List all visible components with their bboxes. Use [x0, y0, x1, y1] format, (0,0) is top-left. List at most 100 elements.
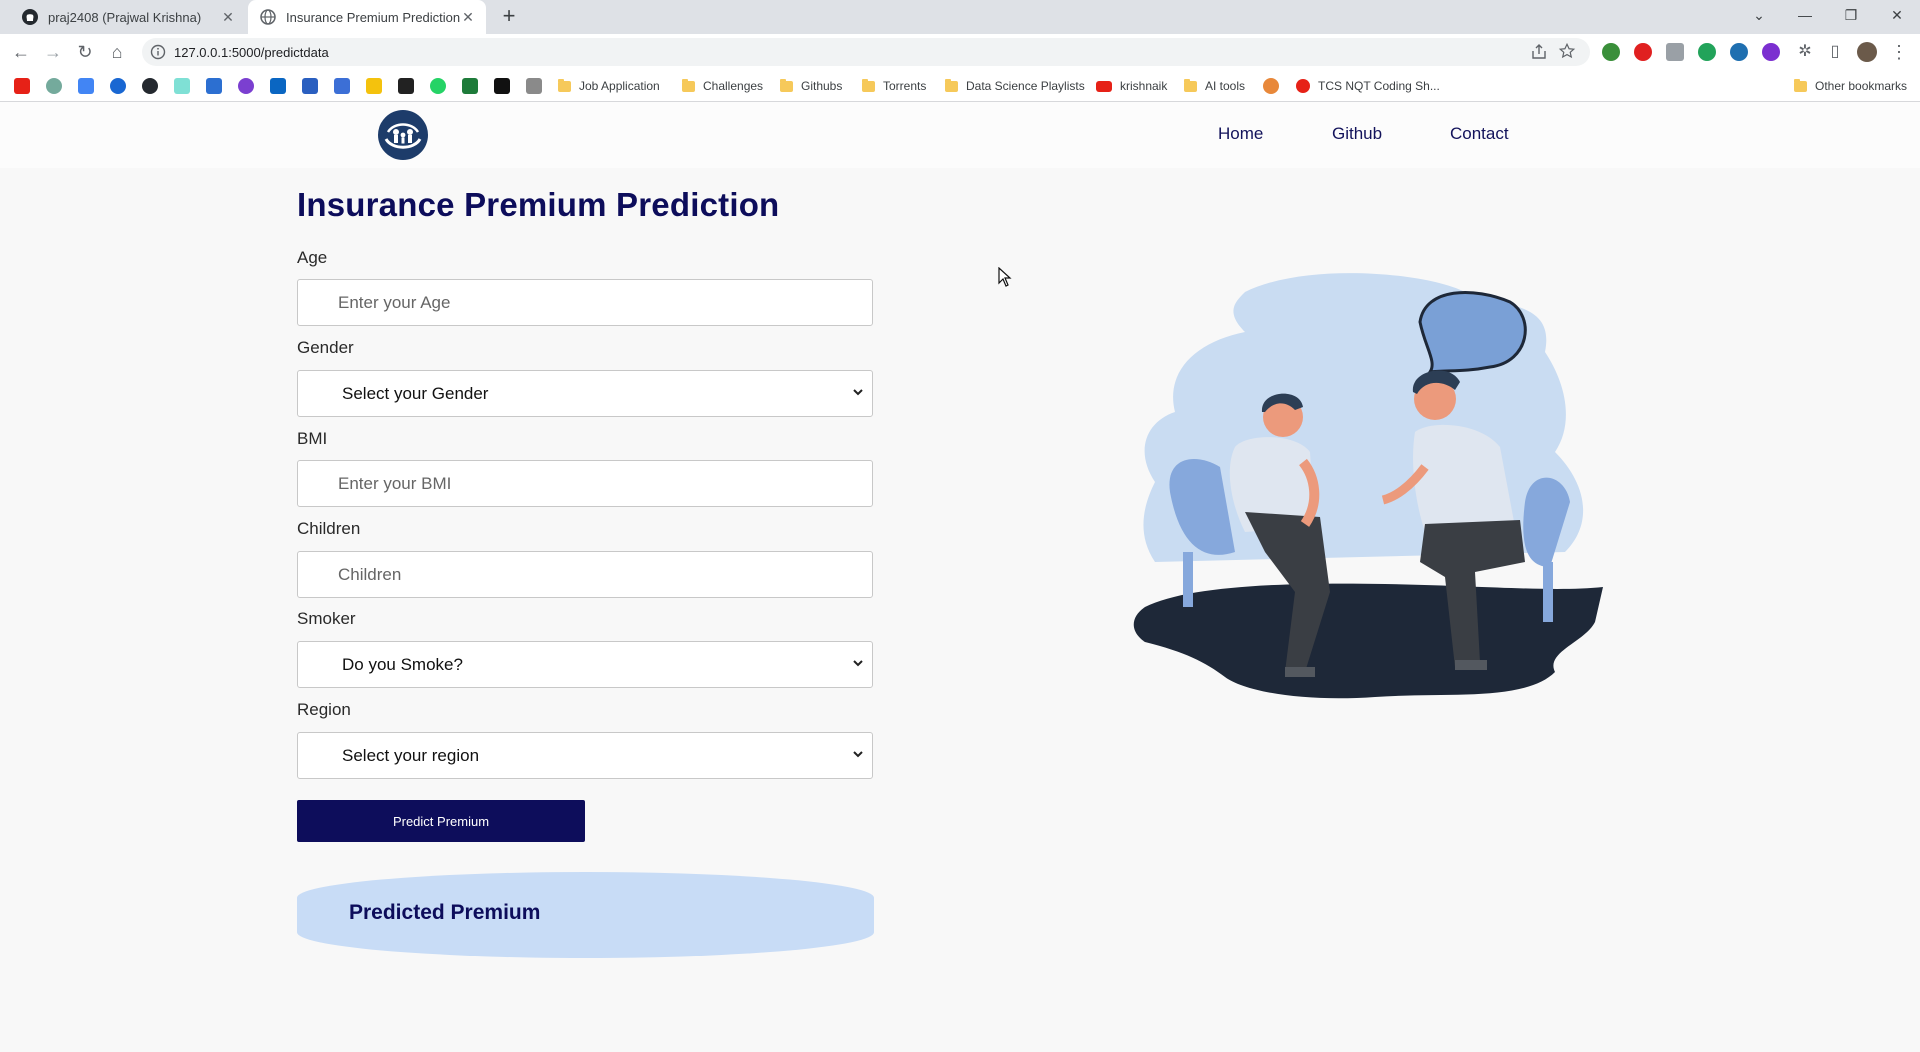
puzzle-icon[interactable]: ✲: [1792, 40, 1818, 66]
predict-premium-button[interactable]: Predict Premium: [297, 800, 585, 842]
tab-title: Insurance Premium Prediction W: [286, 9, 461, 25]
bookmark-challenges[interactable]: Challenges: [682, 70, 763, 102]
folder-icon: [1184, 78, 1197, 92]
tab-github[interactable]: praj2408 (Prajwal Krishna) ✕: [10, 0, 246, 34]
bookmarks-bar: Job Application Challenges Githubs Torre…: [0, 70, 1920, 102]
close-window-icon[interactable]: ✕: [1874, 0, 1920, 30]
info-icon[interactable]: [150, 44, 166, 60]
address-bar[interactable]: 127.0.0.1:5000/predictdata: [142, 38, 1590, 66]
mouse-cursor-icon: [998, 266, 1012, 292]
avatar[interactable]: [1857, 42, 1877, 62]
github-icon: [22, 9, 38, 25]
adblock-icon[interactable]: [1634, 43, 1652, 61]
restore-icon[interactable]: ❐: [1828, 0, 1874, 30]
bookmark-tcs-nqt[interactable]: TCS NQT Coding Sh...: [1296, 70, 1440, 102]
site-icon[interactable]: [366, 78, 382, 94]
site-icon: [1296, 79, 1310, 93]
site-icon[interactable]: [494, 78, 510, 94]
folder-icon: [780, 78, 793, 92]
url-text: 127.0.0.1:5000/predictdata: [174, 45, 329, 60]
whatsapp-icon[interactable]: [430, 78, 446, 94]
browser-toolbar: ← → ↻ ⌂ 127.0.0.1:5000/predictdata ✲ ▯ ⋮: [0, 34, 1920, 70]
family-care-logo[interactable]: [378, 110, 428, 160]
site-icon[interactable]: [462, 78, 478, 94]
children-label: Children: [297, 519, 361, 538]
reload-icon[interactable]: ↻: [72, 40, 98, 66]
chevron-down-icon: [852, 657, 864, 669]
bookmark-other[interactable]: Other bookmarks: [1794, 70, 1907, 102]
site-icon[interactable]: [334, 78, 350, 94]
linkedin-icon[interactable]: [270, 78, 286, 94]
grammarly-icon[interactable]: [1698, 43, 1716, 61]
chevron-down-icon: [852, 748, 864, 760]
two-people-conversation-illustration: [1125, 262, 1625, 707]
chevron-down-icon: [852, 386, 864, 398]
amazon-icon[interactable]: [398, 78, 414, 94]
nav-contact-link[interactable]: Contact: [1450, 124, 1509, 144]
tab-search-icon[interactable]: ⌄: [1736, 0, 1782, 30]
extension-icon[interactable]: [1762, 43, 1780, 61]
youtube-icon[interactable]: [14, 78, 30, 94]
region-label: Region: [297, 700, 351, 719]
github-icon[interactable]: [142, 78, 158, 94]
gender-select[interactable]: Select your Gender: [297, 370, 873, 417]
chatgpt-icon[interactable]: [46, 78, 62, 94]
smoker-select[interactable]: Do you Smoke?: [297, 641, 873, 688]
bookmark-krishnaik[interactable]: krishnaik: [1096, 70, 1167, 102]
side-panel-icon[interactable]: ▯: [1822, 40, 1848, 66]
new-tab-button[interactable]: +: [496, 4, 522, 30]
bmi-input[interactable]: [297, 460, 873, 507]
bookmark-job-application[interactable]: Job Application: [558, 70, 660, 102]
close-icon[interactable]: ✕: [460, 9, 476, 25]
bookmark-githubs[interactable]: Githubs: [780, 70, 842, 102]
globe-icon: [260, 9, 276, 25]
region-select[interactable]: Select your region: [297, 732, 873, 779]
minimize-icon[interactable]: —: [1782, 0, 1828, 30]
smoker-label: Smoker: [297, 609, 356, 628]
age-input[interactable]: [297, 279, 873, 326]
menu-icon[interactable]: ⋮: [1886, 40, 1912, 66]
site-icon[interactable]: [206, 78, 222, 94]
star-icon[interactable]: [1558, 42, 1576, 60]
nav-home-link[interactable]: Home: [1218, 124, 1263, 144]
age-label: Age: [297, 248, 328, 267]
folder-icon: [558, 78, 571, 92]
site-navbar: Home Github Contact: [0, 102, 1920, 168]
folder-icon: [945, 78, 958, 92]
folder-icon: [1794, 78, 1807, 92]
bookmark-ai-tools[interactable]: AI tools: [1184, 70, 1245, 102]
forward-icon[interactable]: →: [40, 40, 66, 66]
home-icon[interactable]: ⌂: [104, 40, 130, 66]
extension-icon[interactable]: [1666, 43, 1684, 61]
browser-chrome: praj2408 (Prajwal Krishna) ✕ Insurance P…: [0, 0, 1920, 102]
nav-github-link[interactable]: Github: [1332, 124, 1382, 144]
bmi-label: BMI: [297, 429, 328, 448]
web-page: Home Github Contact Insurance Premium Pr…: [0, 102, 1920, 1052]
bookmark-data-science[interactable]: Data Science Playlists: [945, 70, 1085, 102]
children-input[interactable]: [297, 551, 873, 598]
extension-icon[interactable]: [1730, 43, 1748, 61]
region-selected-value: Select your region: [342, 745, 480, 765]
calendar-icon[interactable]: [78, 78, 94, 94]
site-icon[interactable]: [174, 78, 190, 94]
site-icon[interactable]: [1263, 78, 1279, 94]
tab-title: praj2408 (Prajwal Krishna): [48, 9, 202, 25]
predicted-premium-label: Predicted Premium: [349, 901, 541, 924]
site-icon[interactable]: [238, 78, 254, 94]
folder-icon: [862, 78, 875, 92]
folder-icon: [682, 78, 695, 92]
close-icon[interactable]: ✕: [220, 9, 236, 25]
window-controls: ⌄ — ❐ ✕: [1736, 0, 1920, 30]
tab-strip: praj2408 (Prajwal Krishna) ✕ Insurance P…: [0, 0, 1920, 34]
page-title: Insurance Premium Prediction: [297, 186, 780, 223]
extension-icon[interactable]: [1602, 43, 1620, 61]
predicted-premium-box: Predicted Premium: [297, 872, 874, 958]
share-icon[interactable]: [1530, 43, 1548, 61]
site-icon[interactable]: [302, 78, 318, 94]
bookmark-torrents[interactable]: Torrents: [862, 70, 926, 102]
gender-label: Gender: [297, 338, 354, 357]
back-icon[interactable]: ←: [8, 40, 34, 66]
tab-insurance[interactable]: Insurance Premium Prediction W ✕: [248, 0, 486, 34]
site-icon[interactable]: [110, 78, 126, 94]
site-icon[interactable]: [526, 78, 542, 94]
